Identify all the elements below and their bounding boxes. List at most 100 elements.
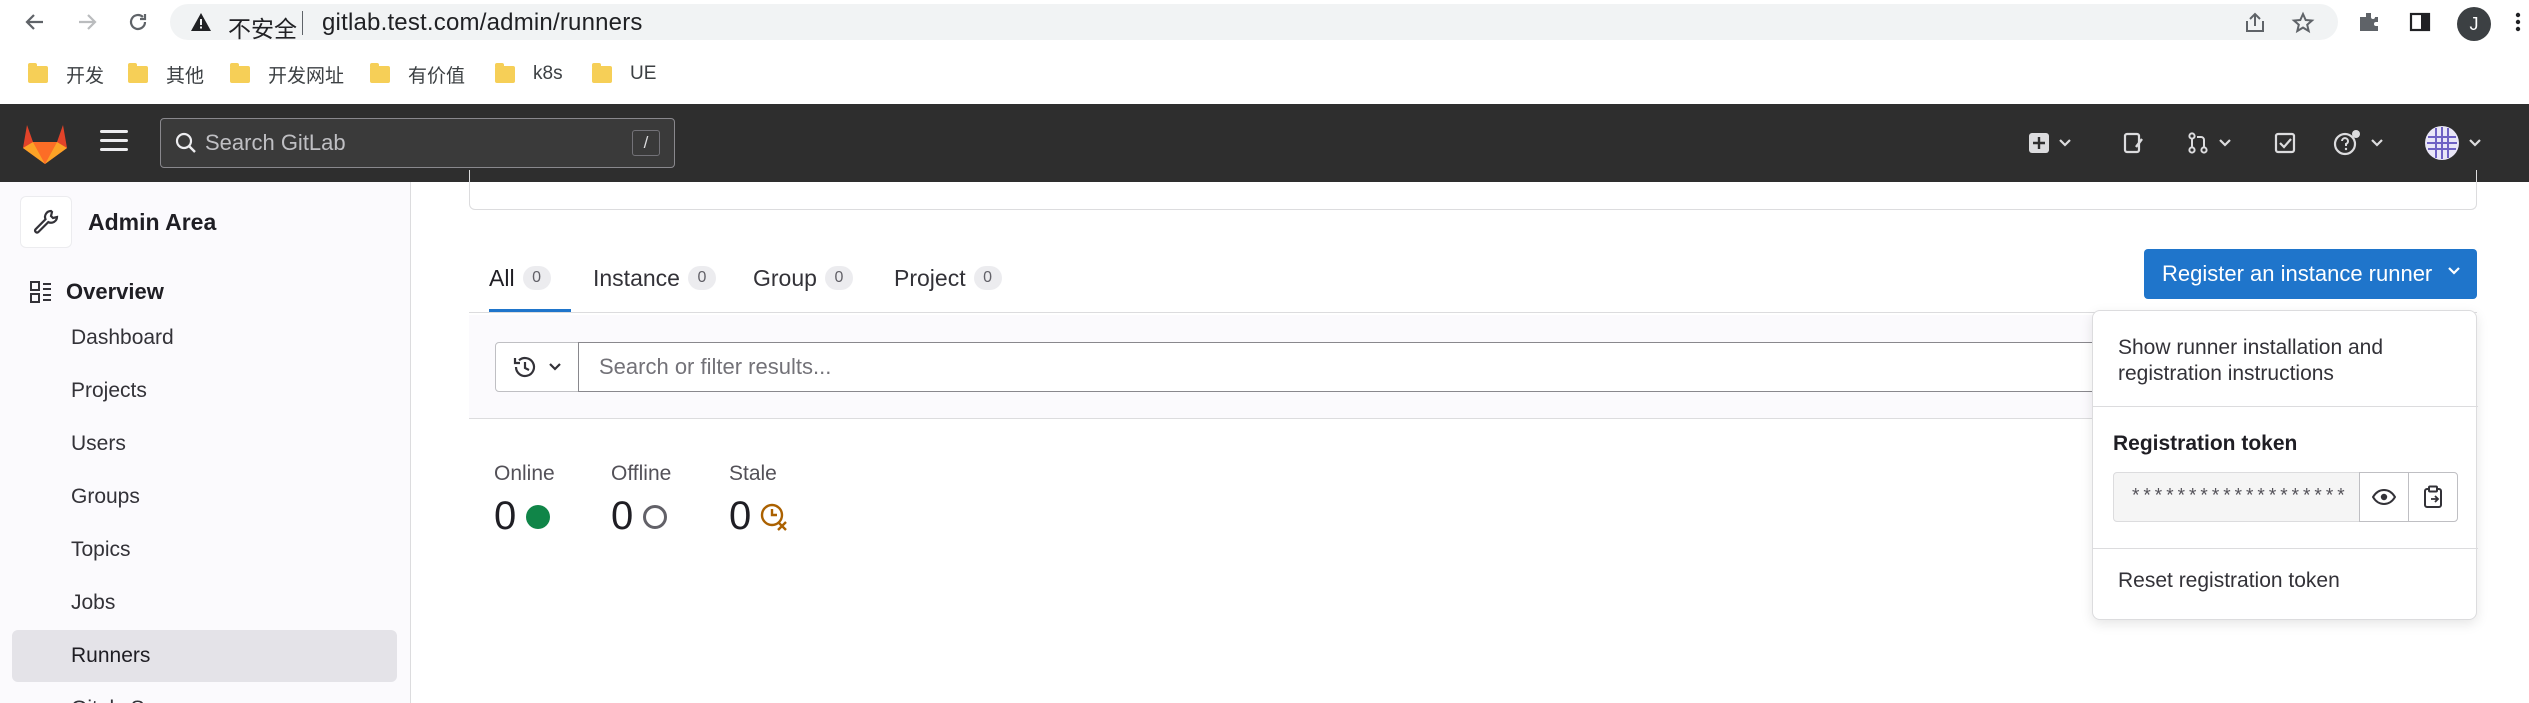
search-icon: [175, 132, 197, 159]
todo-icon[interactable]: [2273, 126, 2297, 160]
url-text[interactable]: gitlab.test.com/admin/runners: [322, 9, 643, 37]
bookmark-folder[interactable]: UE: [592, 61, 656, 87]
stat-online: Online 0: [494, 462, 555, 539]
folder-icon: [28, 62, 48, 83]
warning-icon[interactable]: [190, 11, 212, 38]
gitlab-logo-icon[interactable]: [22, 123, 68, 170]
stat-offline: Offline 0: [611, 462, 671, 539]
sidebar-title: Admin Area: [88, 208, 217, 235]
hamburger-menu-icon[interactable]: [100, 130, 128, 154]
search-input[interactable]: [205, 119, 605, 167]
folder-icon: [370, 62, 390, 83]
chevron-down-icon: [2448, 267, 2460, 275]
reset-token-item[interactable]: Reset registration token: [2094, 568, 2477, 594]
merge-request-icon: [2188, 132, 2208, 154]
stat-value-row: 0: [494, 494, 555, 539]
sidebar-item-gitaly-servers[interactable]: Gitaly Servers: [12, 683, 397, 703]
chevron-down-icon: [549, 363, 561, 371]
online-status-icon: [526, 504, 551, 529]
eye-icon: [2372, 488, 2396, 506]
sidebar-item-projects[interactable]: Projects: [12, 365, 397, 417]
overview-grid-icon: [30, 281, 51, 303]
forward-icon[interactable]: [71, 6, 103, 38]
bookmark-label: 其他: [166, 65, 205, 87]
bookmark-star-icon[interactable]: [2290, 10, 2316, 36]
stat-label: Online: [494, 462, 555, 485]
copy-token-button[interactable]: [2408, 472, 2458, 522]
folder-icon: [592, 62, 612, 83]
browser-toolbar: 不安全 gitlab.test.com/admin/runners J: [0, 0, 2529, 44]
create-new-dropdown[interactable]: [2028, 126, 2072, 160]
stat-stale: Stale 0: [729, 462, 789, 539]
bookmark-label: UE: [630, 63, 657, 84]
bookmark-label: 开发: [66, 65, 105, 87]
registration-token-field[interactable]: *******************: [2113, 472, 2360, 522]
registration-token-group: *******************: [2113, 472, 2458, 522]
registration-token-title: Registration token: [2113, 432, 2298, 455]
reveal-token-button[interactable]: [2359, 472, 2409, 522]
sidebar-item-jobs[interactable]: Jobs: [12, 577, 397, 629]
tab-label: Instance: [593, 264, 680, 291]
reload-icon[interactable]: [122, 6, 154, 38]
stat-value: 0: [494, 494, 517, 538]
sidebar-item-dashboard[interactable]: Dashboard: [12, 312, 397, 364]
stat-value: 0: [611, 494, 634, 538]
bookmark-folder[interactable]: 有价值: [370, 61, 465, 87]
stale-clock-icon: [761, 503, 788, 531]
share-icon[interactable]: [2242, 10, 2268, 36]
user-menu-dropdown[interactable]: [2424, 126, 2482, 160]
help-icon: [2333, 130, 2360, 156]
search-box[interactable]: /: [160, 118, 675, 168]
tab-instance[interactable]: Instance 0: [593, 244, 716, 312]
security-label[interactable]: 不安全: [228, 10, 297, 44]
back-icon[interactable]: [19, 6, 51, 38]
stat-label: Stale: [729, 462, 777, 485]
admin-sidebar: Admin Area Overview Dashboard Projects U…: [0, 182, 411, 703]
chevron-down-icon: [2219, 139, 2231, 147]
merge-requests-dropdown[interactable]: [2186, 126, 2232, 160]
search-history-dropdown[interactable]: [495, 342, 579, 392]
plus-square-icon: [2029, 133, 2049, 153]
tab-all[interactable]: All 0: [489, 244, 571, 312]
sidebar-item-topics[interactable]: Topics: [12, 524, 397, 576]
help-dropdown[interactable]: [2332, 126, 2384, 160]
previous-card-edge: [469, 170, 2477, 210]
bookmark-folder[interactable]: k8s: [495, 61, 563, 87]
bookmark-folder[interactable]: 开发: [28, 61, 104, 87]
bookmarks-bar: 开发 其他 开发网址 有价值 k8s UE: [0, 50, 2529, 98]
tab-count-badge: 0: [687, 266, 716, 290]
sidebar-section-overview[interactable]: Overview: [30, 272, 164, 312]
bookmark-folder[interactable]: 其他: [128, 61, 204, 87]
tab-count-badge: 0: [824, 266, 853, 290]
sidebar-item-runners[interactable]: Runners: [12, 630, 397, 682]
chrome-menu-icon[interactable]: [2507, 6, 2529, 38]
dropdown-divider: [2093, 548, 2478, 549]
offline-status-icon: [643, 504, 668, 529]
issues-icon[interactable]: [2122, 126, 2146, 160]
history-icon: [513, 356, 536, 378]
stat-label: Offline: [611, 462, 672, 485]
chevron-down-icon: [2469, 139, 2481, 147]
bookmark-folder[interactable]: 开发网址: [230, 61, 344, 87]
side-panel-icon[interactable]: [2404, 6, 2436, 38]
tab-project[interactable]: Project 0: [894, 244, 1002, 312]
tab-label: Project: [894, 264, 966, 291]
tab-group[interactable]: Group 0: [753, 244, 853, 312]
sidebar-item-groups[interactable]: Groups: [12, 471, 397, 523]
extensions-icon[interactable]: [2353, 6, 2385, 38]
stat-value: 0: [729, 494, 752, 538]
filter-search-input[interactable]: [578, 342, 2178, 392]
profile-avatar[interactable]: J: [2457, 7, 2491, 41]
sidebar-item-users[interactable]: Users: [12, 418, 397, 470]
tab-count-badge: 0: [522, 266, 551, 290]
separator: [302, 11, 303, 35]
address-bar[interactable]: 不安全 gitlab.test.com/admin/runners: [170, 4, 2338, 42]
folder-icon: [230, 62, 250, 83]
chevron-down-icon: [2059, 139, 2071, 147]
show-instructions-item[interactable]: Show runner installation and registratio…: [2094, 335, 2477, 387]
search-shortcut-hint: /: [632, 130, 660, 156]
folder-icon: [128, 62, 148, 83]
wrench-icon: [20, 196, 72, 248]
register-instance-runner-button[interactable]: Register an instance runner: [2144, 249, 2477, 299]
sidebar-header[interactable]: Admin Area: [20, 192, 216, 252]
